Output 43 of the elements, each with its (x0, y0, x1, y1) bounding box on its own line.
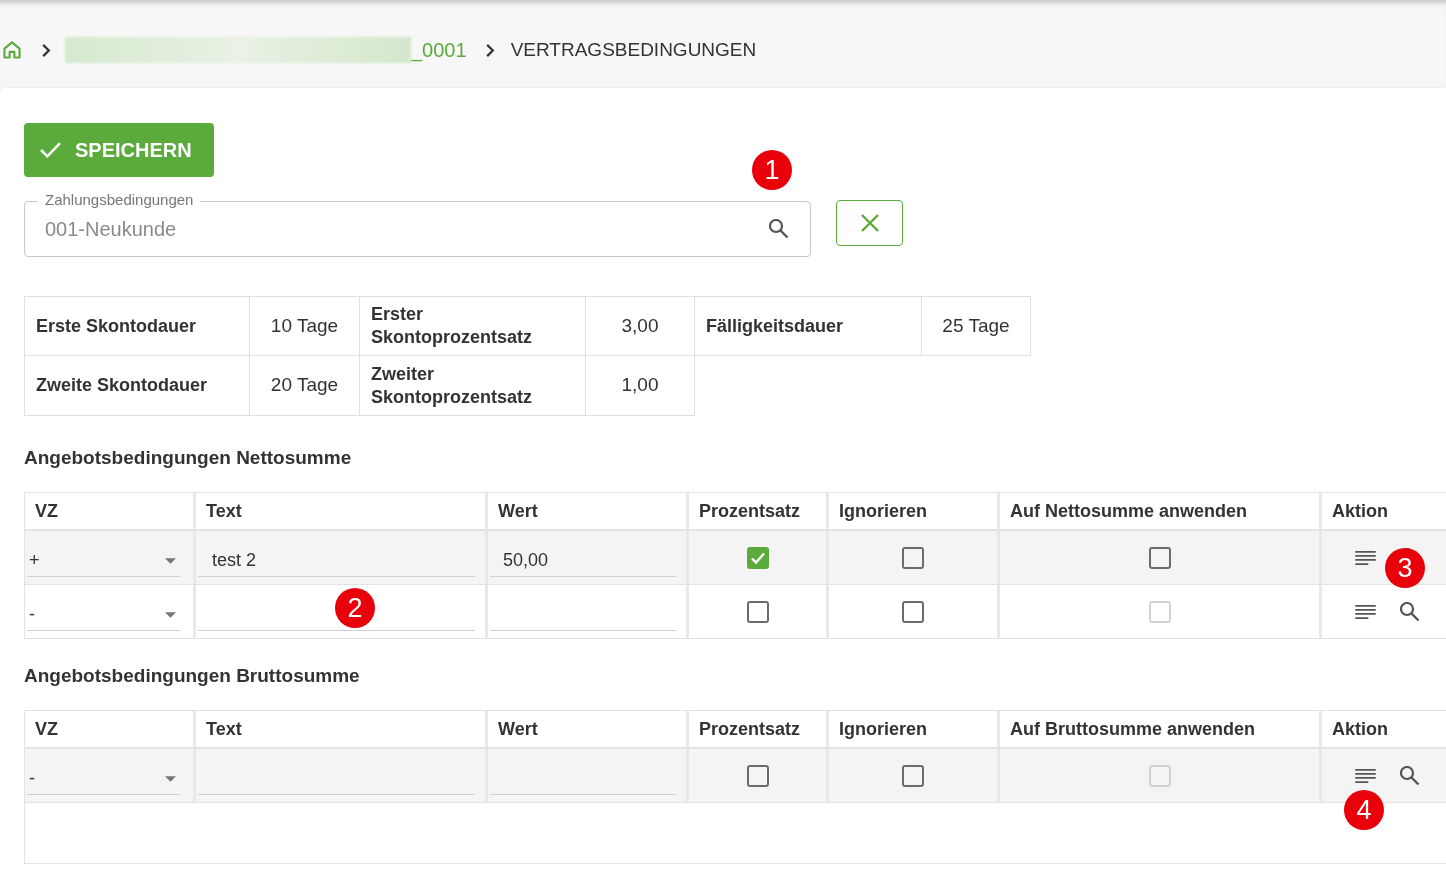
search-icon[interactable] (1400, 765, 1420, 786)
column-header: VZ (24, 493, 193, 529)
lines-icon[interactable] (1355, 604, 1376, 619)
term-label: Erster Skontoprozentsatz (360, 296, 586, 356)
checkbox[interactable] (902, 546, 924, 569)
sign-select[interactable]: - (27, 763, 180, 795)
term-label: Zweiter Skontoprozentsatz (360, 356, 586, 416)
checkbox[interactable] (746, 764, 769, 787)
search-icon[interactable] (1400, 601, 1420, 622)
section-heading: Angebotsbedingungen Nettosumme (24, 446, 353, 470)
caret-icon (165, 611, 176, 618)
checkbox[interactable] (902, 600, 924, 623)
breadcrumb-current: VERTRAGSBEDINGUNGEN (510, 37, 757, 62)
caret-icon (165, 775, 176, 782)
value-input[interactable]: 50,00 (490, 545, 676, 577)
lines-icon[interactable] (1355, 550, 1376, 565)
term-value: 10 Tage (250, 296, 360, 356)
field-label: Zahlungsbedingungen (38, 191, 201, 209)
close-icon (860, 214, 879, 232)
checkbox[interactable] (746, 546, 769, 569)
term-label: Fälligkeitsdauer (695, 296, 922, 356)
checkbox[interactable] (746, 600, 769, 623)
checkbox[interactable] (1148, 546, 1171, 569)
chevron-icon (41, 42, 51, 58)
home-icon[interactable] (3, 41, 21, 59)
term-value: 20 Tage (250, 356, 360, 416)
sign-select[interactable]: + (27, 545, 180, 577)
term-value: 3,00 (586, 296, 695, 356)
term-label: Zweite Skontodauer (24, 356, 250, 416)
checkbox[interactable] (902, 764, 924, 787)
sign-select[interactable]: - (27, 599, 180, 631)
check-icon (40, 142, 61, 158)
column-header: VZ (24, 711, 193, 747)
chevron-icon (484, 42, 495, 58)
term-value: 1,00 (586, 356, 695, 416)
search-icon[interactable] (769, 219, 789, 239)
term-label: Erste Skontodauer (24, 296, 250, 356)
term-value: 25 Tage (922, 296, 1031, 356)
caret-icon (165, 557, 176, 564)
section-heading: Angebotsbedingungen Bruttosumme (24, 664, 361, 688)
lines-icon[interactable] (1355, 768, 1376, 783)
text-input[interactable]: test 2 (198, 545, 475, 577)
clear-button[interactable] (836, 200, 903, 246)
